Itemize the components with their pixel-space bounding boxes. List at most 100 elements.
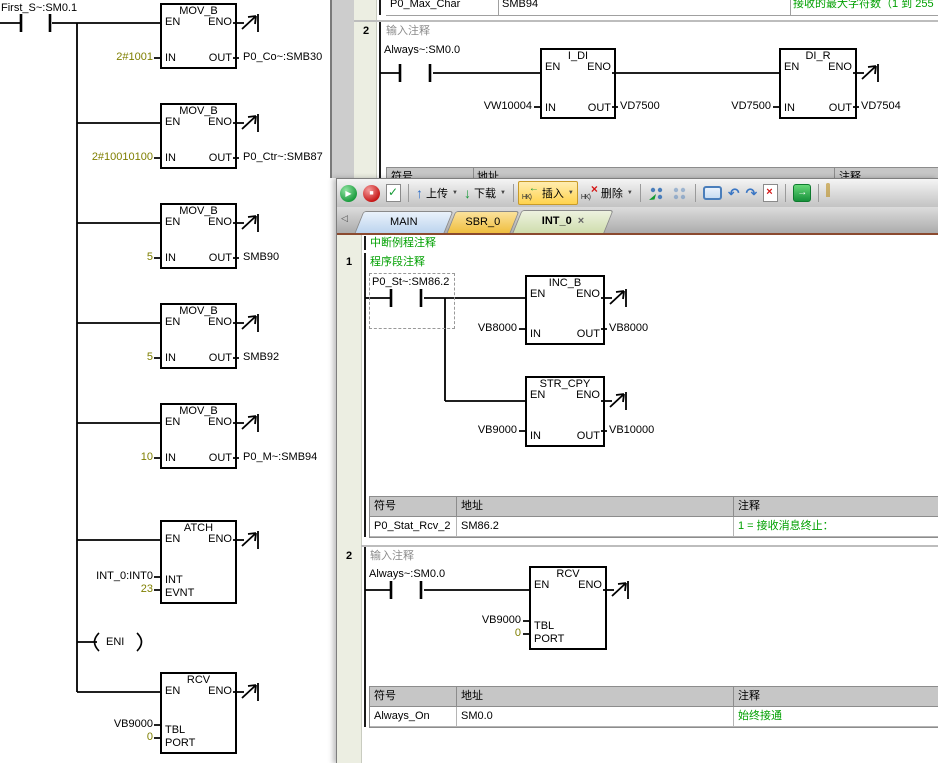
di-r-block[interactable]: DI_R ENENO INOUT <box>779 48 857 119</box>
address-cell: SM0.0 <box>457 707 734 726</box>
operand-value[interactable]: VB9000 <box>451 614 521 627</box>
operand-value[interactable]: VD7500 <box>620 100 660 113</box>
operand-value[interactable]: INT_0:INT0 <box>75 570 153 583</box>
pin-out: OUT <box>209 52 232 65</box>
operand-value[interactable]: P0_M~:SMB94 <box>243 451 317 464</box>
routine-comment[interactable]: 中断例程注释 <box>370 237 436 250</box>
symbol-table-header: 符号 地址 注释 <box>370 497 938 517</box>
pin-eno: ENO <box>208 116 232 129</box>
pin-eno: ENO <box>576 389 600 402</box>
tab-sbr0[interactable]: SBR_0 <box>447 211 520 233</box>
plc-editor-screen: First_S~:SM0.1 MOV_B ENENO INOUT 2#1001 … <box>0 0 938 763</box>
operand-value[interactable]: 2#1001 <box>75 51 153 64</box>
address-view-button-2[interactable] <box>668 182 691 204</box>
redo-button[interactable]: ↷ <box>743 182 761 204</box>
symbol-cell: P0_Stat_Rcv_2 <box>370 517 457 536</box>
rcv-block[interactable]: RCV ENENO TBL PORT <box>160 672 237 754</box>
window-button[interactable] <box>700 182 725 204</box>
stop-button[interactable]: ■ <box>360 182 383 204</box>
network-comment[interactable]: 输入注释 <box>386 25 430 38</box>
toolbar: ▶ ■ ✓ ↑上传 ↓下载 ←HK) 插入 ×HK) 删除 <box>337 179 938 208</box>
network-comment[interactable]: 程序段注释 <box>370 256 425 269</box>
operand-value[interactable]: P0_Ctr~:SMB87 <box>243 151 323 164</box>
header-symbol: 符号 <box>370 497 457 516</box>
rcv-block[interactable]: RCV ENENO TBL PORT <box>529 566 607 650</box>
operand-value[interactable]: 23 <box>113 583 153 596</box>
network-margin <box>337 235 362 763</box>
pin-in: IN <box>165 52 176 65</box>
operand-value[interactable]: 0 <box>481 627 521 640</box>
clear-icon: × <box>763 184 778 202</box>
pin-eno: ENO <box>208 16 232 29</box>
mov-b-block[interactable]: MOV_B ENENO INOUT <box>160 3 237 69</box>
network-number: 1 <box>337 256 361 269</box>
str-cpy-block[interactable]: STR_CPY ENENO INOUT <box>525 376 605 447</box>
mov-b-block[interactable]: MOV_B ENENO INOUT <box>160 303 237 369</box>
insert-button[interactable]: ←HK) 插入 <box>518 181 578 205</box>
pin-out: OUT <box>829 102 852 115</box>
pin-eno: ENO <box>208 216 232 229</box>
atch-block[interactable]: ATCH ENENO INT EVNT <box>160 520 237 604</box>
tab-close-icon[interactable]: × <box>578 215 584 227</box>
symbol-cell: P0_Max_Char <box>390 0 460 12</box>
pin-in: IN <box>545 102 556 115</box>
upload-icon: ↑ <box>416 186 423 200</box>
inc-b-block[interactable]: INC_B ENENO INOUT <box>525 275 605 345</box>
go-button[interactable]: → <box>790 182 814 204</box>
operand-value[interactable]: VB9000 <box>95 718 153 731</box>
upload-button[interactable]: ↑上传 <box>413 182 461 204</box>
operand-value[interactable]: VD7500 <box>701 100 771 113</box>
pin-eno: ENO <box>208 316 232 329</box>
pin-tbl: TBL <box>165 724 185 737</box>
tab-main[interactable]: MAIN <box>355 211 454 233</box>
operand-value[interactable]: VW10004 <box>462 100 532 113</box>
operand-value[interactable]: VB8000 <box>609 322 648 335</box>
pin-eno: ENO <box>576 288 600 301</box>
operand-value[interactable]: P0_Co~:SMB30 <box>243 51 322 64</box>
address-view-button[interactable] <box>645 182 668 204</box>
pin-eno: ENO <box>208 533 232 546</box>
symbol-cell: Always_On <box>370 707 457 726</box>
operand-value[interactable]: SMB92 <box>243 351 279 364</box>
operand-value[interactable]: VB10000 <box>609 424 654 437</box>
lock-button[interactable] <box>823 182 843 204</box>
tab-int0[interactable]: INT_0× <box>512 210 613 233</box>
operand-value[interactable]: VD7504 <box>861 100 901 113</box>
contact-label: Always~:SM0.0 <box>369 568 445 581</box>
comment-cell: 始终接通 <box>734 707 938 726</box>
operand-value[interactable]: VB8000 <box>447 322 517 335</box>
mov-b-block[interactable]: MOV_B ENENO INOUT <box>160 203 237 269</box>
run-icon: ▶ <box>340 185 357 202</box>
eni-coil-label[interactable]: ENI <box>106 636 124 649</box>
operand-value[interactable]: 10 <box>113 451 153 464</box>
operand-value[interactable]: 5 <box>113 351 153 364</box>
operand-value[interactable]: VB9000 <box>447 424 517 437</box>
pin-eno: ENO <box>208 416 232 429</box>
pin-out: OUT <box>209 352 232 365</box>
operand-value[interactable]: 0 <box>113 731 153 744</box>
pin-in: IN <box>784 102 795 115</box>
header-symbol: 符号 <box>370 687 457 706</box>
i-di-block[interactable]: I_DI ENENO INOUT <box>540 48 616 119</box>
operand-value[interactable]: 2#10010100 <box>65 151 153 164</box>
delete-button[interactable]: ×HK) 删除 <box>578 182 636 204</box>
header-comment: 注释 <box>734 687 938 706</box>
operand-value[interactable]: 5 <box>113 251 153 264</box>
mov-b-block[interactable]: MOV_B ENENO INOUT <box>160 103 237 169</box>
symbol-table-row[interactable]: P0_Stat_Rcv_2 SM86.2 1 = 接收消息终止： <box>370 517 938 537</box>
network-comment[interactable]: 输入注释 <box>370 550 414 563</box>
undo-button[interactable]: ↶ <box>725 182 743 204</box>
download-button[interactable]: ↓下载 <box>461 182 509 204</box>
stop-icon: ■ <box>363 185 380 202</box>
pin-en: EN <box>534 579 549 592</box>
mov-b-block[interactable]: MOV_B ENENO INOUT <box>160 403 237 469</box>
delete-icon: ×HK) <box>581 185 598 201</box>
run-button[interactable]: ▶ <box>337 182 360 204</box>
pin-out: OUT <box>209 452 232 465</box>
symbol-table-row-clipped[interactable]: P0_Max_Char SMB94 接收的最大字符数（1 到 255 <box>386 0 938 16</box>
operand-value[interactable]: SMB90 <box>243 251 279 264</box>
clear-button[interactable]: × <box>760 182 781 204</box>
compile-icon: ✓ <box>386 184 401 202</box>
symbol-table-row[interactable]: Always_On SM0.0 始终接通 <box>370 707 938 727</box>
compile-button[interactable]: ✓ <box>383 182 404 204</box>
